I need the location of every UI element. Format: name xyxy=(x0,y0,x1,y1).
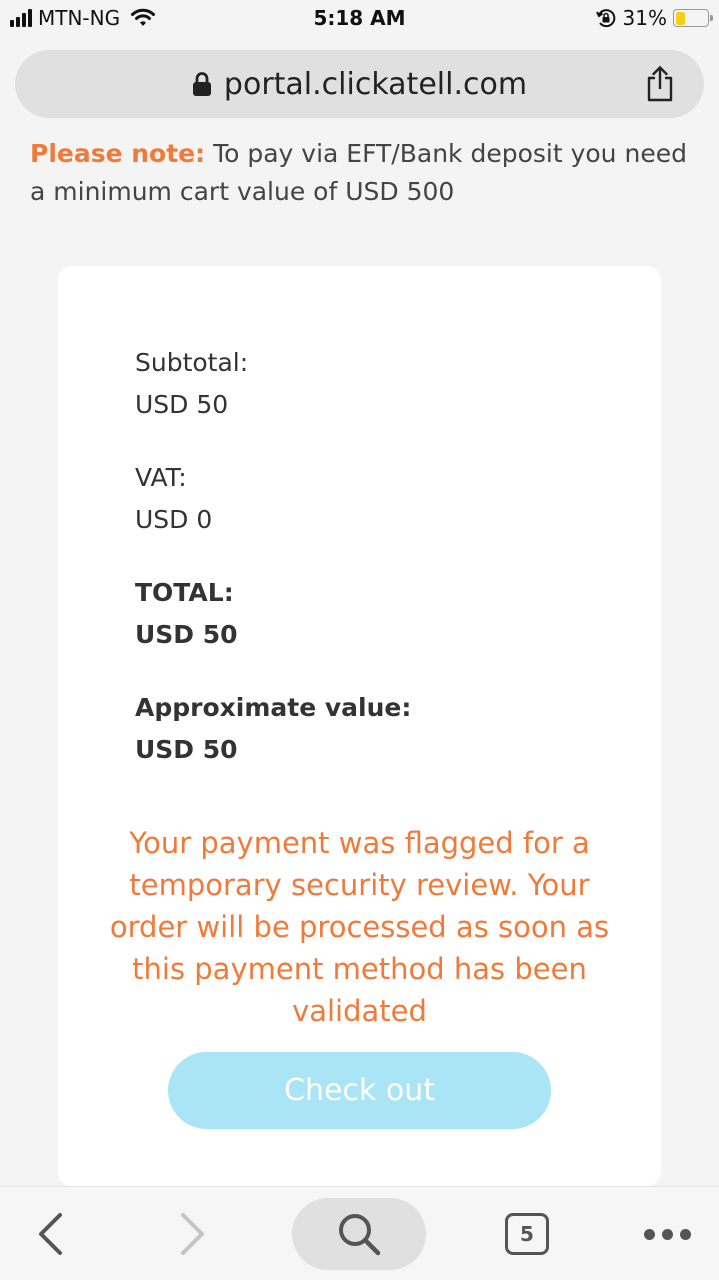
browser-toolbar: 5 xyxy=(0,1186,719,1280)
status-right: 31% xyxy=(595,6,713,30)
battery-icon xyxy=(673,9,713,27)
share-button[interactable] xyxy=(642,64,678,104)
orientation-lock-icon xyxy=(595,9,615,28)
approx-value-label: Approximate value: xyxy=(135,693,412,722)
subtotal-label: Subtotal: xyxy=(135,348,249,377)
order-summary-card: Subtotal: USD 50 VAT: USD 0 TOTAL: USD 5… xyxy=(58,266,661,1186)
url-text: portal.clickatell.com xyxy=(223,66,528,102)
more-button[interactable] xyxy=(632,1187,702,1280)
search-pill[interactable] xyxy=(292,1198,426,1270)
address-bar[interactable]: portal.clickatell.com xyxy=(15,50,704,118)
more-icon xyxy=(643,1228,691,1240)
back-icon xyxy=(39,1213,62,1255)
payment-note: Please note: To pay via EFT/Bank deposit… xyxy=(30,135,700,211)
subtotal-value: USD 50 xyxy=(135,390,229,419)
security-review-warning: Your payment was flagged for a temporary… xyxy=(109,826,610,1028)
url-display[interactable]: portal.clickatell.com xyxy=(192,67,527,102)
tabs-button[interactable]: 5 xyxy=(497,1187,557,1280)
tabs-icon: 5 xyxy=(505,1213,549,1255)
back-button[interactable] xyxy=(20,1187,80,1280)
lock-icon xyxy=(192,72,211,96)
vat-value: USD 0 xyxy=(135,505,213,534)
share-icon xyxy=(647,65,673,102)
total-label: TOTAL: xyxy=(135,578,234,607)
battery-level xyxy=(675,11,686,25)
order-summary: Subtotal: USD 50 VAT: USD 0 TOTAL: USD 5… xyxy=(135,342,615,802)
approx-value: USD 50 xyxy=(135,735,238,764)
search-icon xyxy=(339,1214,381,1256)
note-label: Please note: xyxy=(30,139,206,168)
screen: MTN-NG 5:18 AM 31% portal.clickatell.com… xyxy=(0,0,719,1280)
tab-count: 5 xyxy=(520,1222,534,1246)
status-bar: MTN-NG 5:18 AM 31% xyxy=(0,0,719,40)
forward-icon xyxy=(181,1213,204,1255)
forward-button[interactable] xyxy=(163,1187,223,1280)
total-value: USD 50 xyxy=(135,620,238,649)
vat-label: VAT: xyxy=(135,463,187,492)
battery-percent: 31% xyxy=(622,6,667,30)
search-button[interactable] xyxy=(292,1187,426,1280)
checkout-button[interactable]: Check out xyxy=(168,1052,551,1129)
